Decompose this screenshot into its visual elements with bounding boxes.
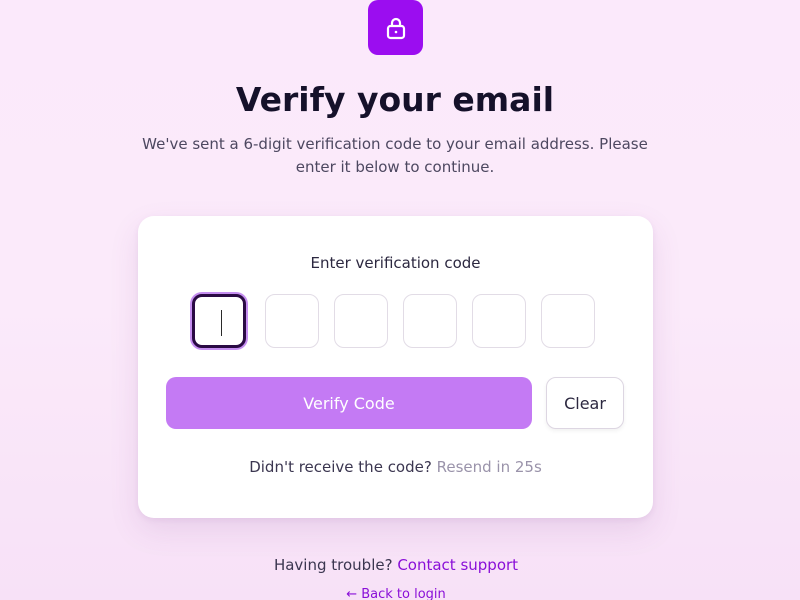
back-to-login-link[interactable]: ← Back to login	[0, 587, 792, 600]
code-digit-3[interactable]	[334, 294, 388, 348]
code-digit-1[interactable]	[192, 294, 246, 348]
lock-badge	[368, 0, 423, 55]
resend-timer: Resend in 25s	[436, 458, 542, 476]
clear-button[interactable]: Clear	[546, 377, 624, 429]
verify-code-button[interactable]: Verify Code	[166, 377, 532, 429]
page-subtitle: We've sent a 6-digit verification code t…	[142, 135, 648, 176]
page-title: Verify your email	[235, 80, 555, 119]
resend-prompt: Didn't receive the code?	[249, 458, 432, 476]
code-label: Enter verification code	[310, 254, 481, 272]
code-digit-2[interactable]	[265, 294, 319, 348]
lock-icon	[386, 17, 405, 39]
contact-support-link[interactable]: Contact support	[397, 556, 518, 574]
code-digit-5[interactable]	[472, 294, 526, 348]
trouble-text: Having trouble?	[273, 556, 393, 574]
code-digit-6[interactable]	[541, 294, 595, 348]
text-caret	[221, 310, 222, 336]
resend-row: Didn't receive the code? Resend in 25s	[138, 458, 653, 476]
help-row: Having trouble? Contact support	[0, 556, 792, 574]
code-digit-4[interactable]	[403, 294, 457, 348]
verification-card: Enter verification code Verify Code Clea…	[138, 216, 653, 518]
